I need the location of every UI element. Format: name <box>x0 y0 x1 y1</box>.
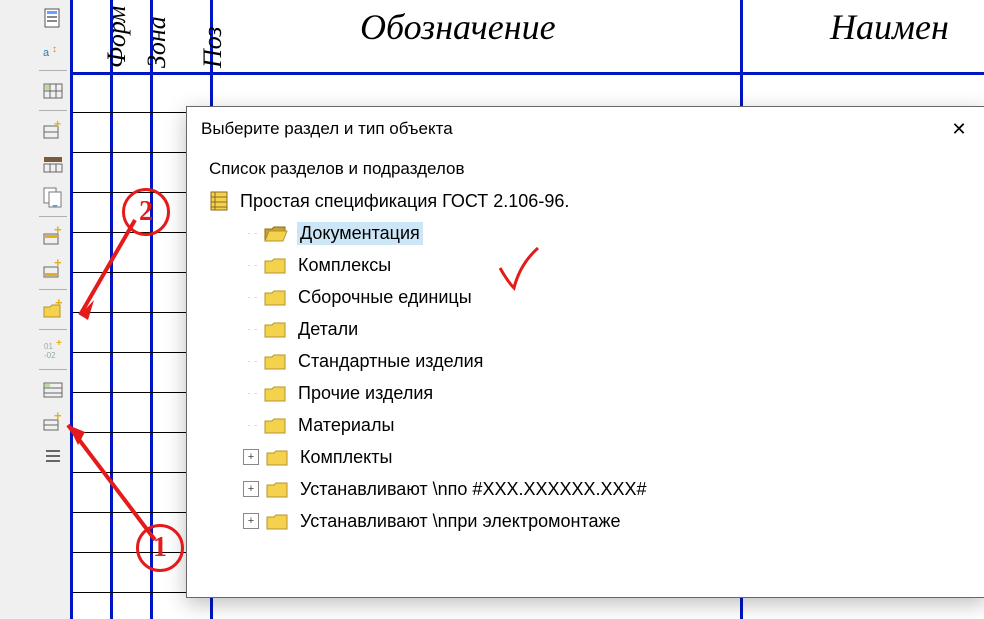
folder-icon <box>263 255 287 275</box>
col-header-pos: Поз <box>198 26 228 68</box>
select-section-dialog: Выберите раздел и тип объекта ✕ Список р… <box>186 106 984 598</box>
tool-gridplus-icon[interactable]: + <box>37 115 68 146</box>
toolbar-left-2: a↕ + + + + 01-02+ + <box>35 0 71 619</box>
tool-folder-add-icon[interactable]: + <box>37 294 68 325</box>
folder-icon <box>263 223 289 243</box>
tool-table2-icon[interactable] <box>37 374 68 405</box>
tree-connector: · · <box>243 264 263 267</box>
tool-block-add-icon[interactable]: + <box>37 221 68 252</box>
col-header-designation: Обозначение <box>360 6 556 48</box>
tree-item[interactable]: + Устанавливают \nпо #XXX.XXXXXX.XXX# <box>209 473 963 505</box>
list-label: Список разделов и подразделов <box>209 159 963 179</box>
tree-item-label: Сборочные единицы <box>295 286 475 309</box>
svg-text:+: + <box>55 299 63 310</box>
tree-item[interactable]: · · Детали <box>209 313 963 345</box>
folder-icon <box>265 447 289 467</box>
tool-num-icon[interactable]: 01-02+ <box>37 334 68 365</box>
tree-connector: · · <box>243 328 263 331</box>
tree-item-label: Комплекты <box>297 446 395 469</box>
svg-text:-02: -02 <box>44 351 56 360</box>
tree-item-label: Устанавливают \nпри электромонтаже <box>297 510 624 533</box>
expand-toggle[interactable]: + <box>243 513 259 529</box>
folder-icon <box>263 287 287 307</box>
svg-text:+: + <box>54 259 62 270</box>
dialog-titlebar[interactable]: Выберите раздел и тип объекта ✕ <box>187 107 984 151</box>
col-header-zone: Зона <box>142 16 172 68</box>
svg-text:+: + <box>56 339 62 349</box>
folder-icon <box>263 351 287 371</box>
tool-list-icon[interactable] <box>37 440 68 471</box>
tool-row-add-icon[interactable]: + <box>37 407 68 438</box>
toolbar-separator <box>39 70 67 71</box>
tree-item[interactable]: · · Прочие изделия <box>209 377 963 409</box>
tree-item-label: Комплексы <box>295 254 394 277</box>
folder-icon <box>263 383 287 403</box>
tree-item-label: Устанавливают \nпо #XXX.XXXXXX.XXX# <box>297 478 650 501</box>
svg-text:+: + <box>54 120 61 131</box>
tree-item[interactable]: · · Комплексы <box>209 249 963 281</box>
tree-root-label: Простая спецификация ГОСТ 2.106-96. <box>237 190 572 213</box>
tree-connector: · · <box>243 232 263 235</box>
tree-item-label: Материалы <box>295 414 397 437</box>
tree-root[interactable]: Простая спецификация ГОСТ 2.106-96. <box>209 185 963 217</box>
folder-icon <box>263 415 287 435</box>
folder-icon <box>265 511 289 531</box>
col-header-format: Форм <box>102 6 132 68</box>
toolbar-separator <box>39 369 67 370</box>
dialog-title: Выберите раздел и тип объекта <box>201 119 453 139</box>
section-tree[interactable]: Простая спецификация ГОСТ 2.106-96. · · Д… <box>209 185 963 537</box>
tree-item[interactable]: · · Материалы <box>209 409 963 441</box>
tree-item-label: Документация <box>297 222 423 245</box>
svg-text:↕: ↕ <box>52 44 57 55</box>
tree-item[interactable]: · · Документация <box>209 217 963 249</box>
tree-connector: · · <box>243 392 263 395</box>
tool-grid-icon[interactable] <box>37 75 68 106</box>
tree-item[interactable]: + Комплекты <box>209 441 963 473</box>
tree-item[interactable]: + Устанавливают \nпри электромонтаже <box>209 505 963 537</box>
folder-icon <box>263 319 287 339</box>
toolbar-separator <box>39 110 67 111</box>
tree-item[interactable]: · · Стандартные изделия <box>209 345 963 377</box>
tool-wizard-icon[interactable]: a↕ <box>37 35 68 66</box>
spec-root-icon <box>209 190 229 212</box>
tool-table-icon[interactable] <box>37 148 68 179</box>
tree-item-label: Стандартные изделия <box>295 350 486 373</box>
toolbar-separator <box>39 289 67 290</box>
toolbar-separator <box>39 216 67 217</box>
tree-item-label: Детали <box>295 318 361 341</box>
close-icon: ✕ <box>951 119 966 140</box>
tree-connector: · · <box>243 360 263 363</box>
expand-toggle[interactable]: + <box>243 481 259 497</box>
annotation-1: 1 <box>136 524 184 572</box>
svg-text:+: + <box>54 226 62 237</box>
tree-item[interactable]: · · Сборочные единицы <box>209 281 963 313</box>
tree-item-label: Прочие изделия <box>295 382 436 405</box>
expand-toggle[interactable]: + <box>243 449 259 465</box>
col-header-name: Наимен <box>830 6 949 48</box>
tree-connector: · · <box>243 424 263 427</box>
annotation-2: 2 <box>122 188 170 236</box>
tool-block-add2-icon[interactable]: + <box>37 254 68 285</box>
toolbar-left-1 <box>0 0 36 619</box>
toolbar-separator <box>39 329 67 330</box>
folder-icon <box>265 479 289 499</box>
tool-pageswap-icon[interactable] <box>37 181 68 212</box>
tree-connector: · · <box>243 296 263 299</box>
svg-text:+: + <box>54 412 62 423</box>
svg-text:01: 01 <box>44 342 53 351</box>
svg-text:a: a <box>43 47 50 59</box>
close-button[interactable]: ✕ <box>937 111 981 147</box>
tool-page-icon[interactable] <box>37 2 68 33</box>
